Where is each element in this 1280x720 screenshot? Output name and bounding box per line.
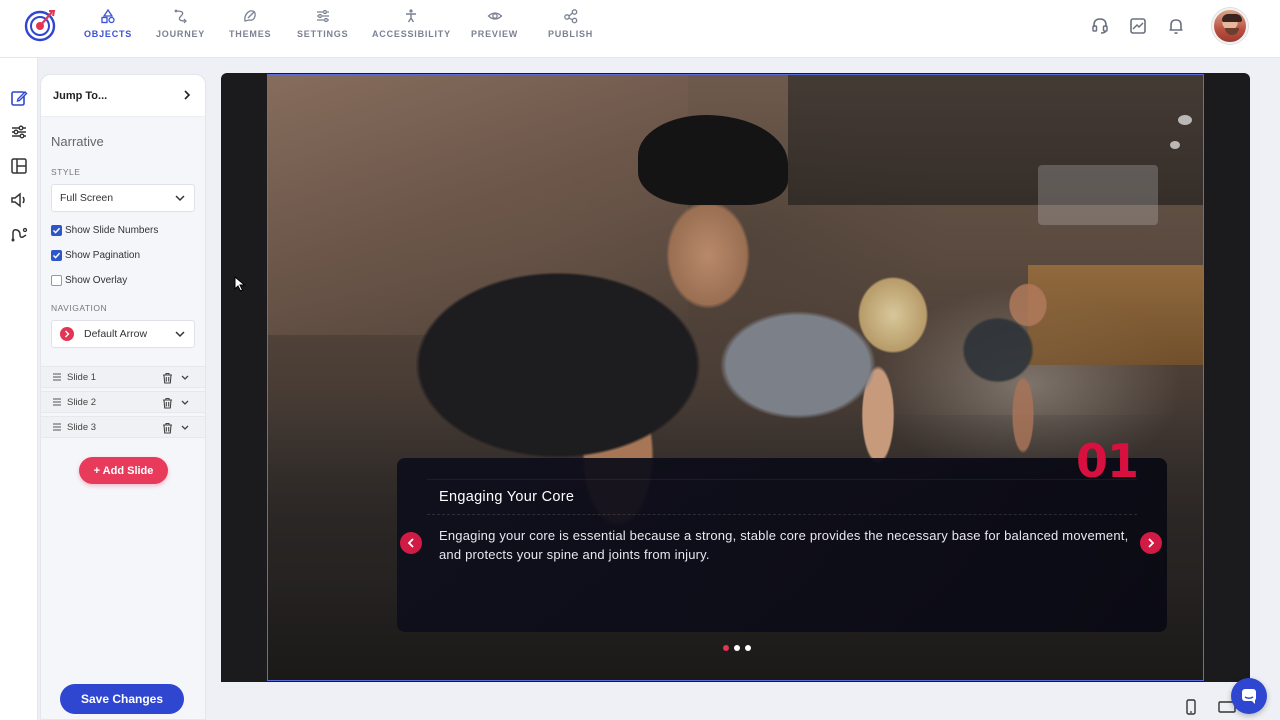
sliders-icon[interactable] [9, 122, 29, 142]
share-icon [563, 9, 577, 24]
nav-publish[interactable]: PUBLISH [548, 8, 593, 50]
checkbox-checked-icon [51, 250, 62, 261]
palette-icon [244, 10, 256, 22]
mobile-view-icon[interactable] [1184, 699, 1198, 715]
slide-label: Slide 2 [67, 396, 97, 408]
pagination-dot[interactable] [745, 645, 751, 651]
chevron-down-icon[interactable] [181, 375, 189, 381]
pagination-dots [723, 645, 751, 651]
panel-title: Narrative [51, 134, 104, 149]
edit-icon[interactable] [9, 88, 29, 108]
mouse-cursor-icon [234, 276, 246, 292]
headset-icon[interactable] [1090, 16, 1110, 36]
left-tool-rail [0, 58, 38, 720]
show-pagination-checkbox[interactable]: Show Pagination [51, 250, 140, 261]
chat-icon [1242, 689, 1256, 704]
navigation-select[interactable]: Default Arrow [51, 320, 195, 348]
analytics-icon[interactable] [1128, 16, 1148, 36]
style-select-value: Full Screen [60, 192, 114, 204]
chevron-left-icon [407, 538, 414, 548]
nav-objects[interactable]: OBJECTS [84, 8, 132, 50]
sliders-icon [316, 10, 329, 22]
pagination-dot[interactable] [734, 645, 740, 651]
shapes-icon [101, 8, 115, 24]
chevron-right-icon [184, 90, 191, 100]
speaker-icon[interactable] [9, 190, 29, 210]
show-pagination-label: Show Pagination [65, 250, 141, 261]
slide-background-image[interactable]: 01 Engaging Your Core Engaging your core… [267, 74, 1204, 681]
chevron-down-icon[interactable] [181, 425, 189, 431]
chat-support-button[interactable] [1231, 678, 1267, 714]
slide-list-item[interactable]: Slide 2 [41, 391, 205, 413]
app-logo-icon[interactable] [22, 7, 58, 43]
next-slide-button[interactable] [1140, 532, 1162, 554]
jump-to-menu[interactable]: Jump To... [41, 75, 205, 117]
route-icon [174, 9, 187, 24]
chevron-down-icon [175, 331, 185, 338]
nav-journey[interactable]: JOURNEY [156, 8, 205, 50]
nav-themes-label: THEMES [229, 29, 272, 39]
chevron-right-icon [1148, 538, 1155, 548]
nav-settings[interactable]: SETTINGS [297, 8, 348, 50]
add-slide-button[interactable]: + Add Slide [79, 457, 168, 484]
drag-handle-icon[interactable] [53, 373, 61, 381]
user-avatar[interactable] [1212, 8, 1248, 44]
arrow-style-icon [60, 327, 74, 341]
navigation-select-value: Default Arrow [84, 328, 148, 340]
accessibility-icon [406, 9, 417, 23]
eye-icon [487, 12, 503, 20]
chevron-down-icon [175, 195, 185, 202]
nav-accessibility[interactable]: ACCESSIBILITY [372, 8, 451, 50]
show-slide-numbers-label: Show Slide Numbers [65, 225, 159, 236]
nav-themes[interactable]: THEMES [229, 8, 271, 50]
nav-preview[interactable]: PREVIEW [471, 8, 518, 50]
checkbox-checked-icon [51, 225, 62, 236]
slide-number: 01 [1076, 434, 1139, 488]
trash-icon[interactable] [162, 422, 173, 434]
path-icon[interactable] [9, 224, 29, 244]
navigation-section-label: NAVIGATION [51, 303, 108, 313]
slide-label: Slide 3 [67, 421, 97, 433]
nav-settings-label: SETTINGS [297, 29, 349, 39]
drag-handle-icon[interactable] [53, 423, 61, 431]
slide-title: Engaging Your Core [439, 489, 575, 505]
nav-objects-label: OBJECTS [84, 29, 133, 39]
narrative-settings-panel: Jump To... Narrative STYLE Full Screen S… [40, 74, 206, 720]
slide-label: Slide 1 [67, 371, 97, 383]
jump-to-label: Jump To... [53, 89, 108, 102]
drag-handle-icon[interactable] [53, 398, 61, 406]
style-select[interactable]: Full Screen [51, 184, 195, 212]
previous-slide-button[interactable] [400, 532, 422, 554]
bell-icon[interactable] [1166, 16, 1186, 36]
style-section-label: STYLE [51, 167, 81, 177]
slide-canvas: 01 Engaging Your Core Engaging your core… [221, 73, 1250, 682]
show-overlay-checkbox[interactable]: Show Overlay [51, 275, 127, 286]
pagination-dot[interactable] [723, 645, 729, 651]
top-navigation-bar: OBJECTS JOURNEY THEMES SETTINGS ACCESSIB… [0, 0, 1280, 58]
slide-list-item[interactable]: Slide 3 [41, 416, 205, 438]
nav-journey-label: JOURNEY [156, 29, 206, 39]
trash-icon[interactable] [162, 397, 173, 409]
show-slide-numbers-checkbox[interactable]: Show Slide Numbers [51, 225, 158, 236]
narrative-content-card: 01 Engaging Your Core Engaging your core… [397, 434, 1167, 632]
checkbox-unchecked-icon [51, 275, 62, 286]
layout-icon[interactable] [9, 156, 29, 176]
save-changes-button[interactable]: Save Changes [60, 684, 184, 714]
nav-accessibility-label: ACCESSIBILITY [372, 29, 451, 39]
trash-icon[interactable] [162, 372, 173, 384]
chevron-down-icon[interactable] [181, 400, 189, 406]
nav-preview-label: PREVIEW [471, 29, 519, 39]
nav-publish-label: PUBLISH [548, 29, 594, 39]
slide-list-item[interactable]: Slide 1 [41, 366, 205, 388]
show-overlay-label: Show Overlay [65, 275, 128, 286]
slide-body-text: Engaging your core is essential because … [439, 528, 1129, 562]
